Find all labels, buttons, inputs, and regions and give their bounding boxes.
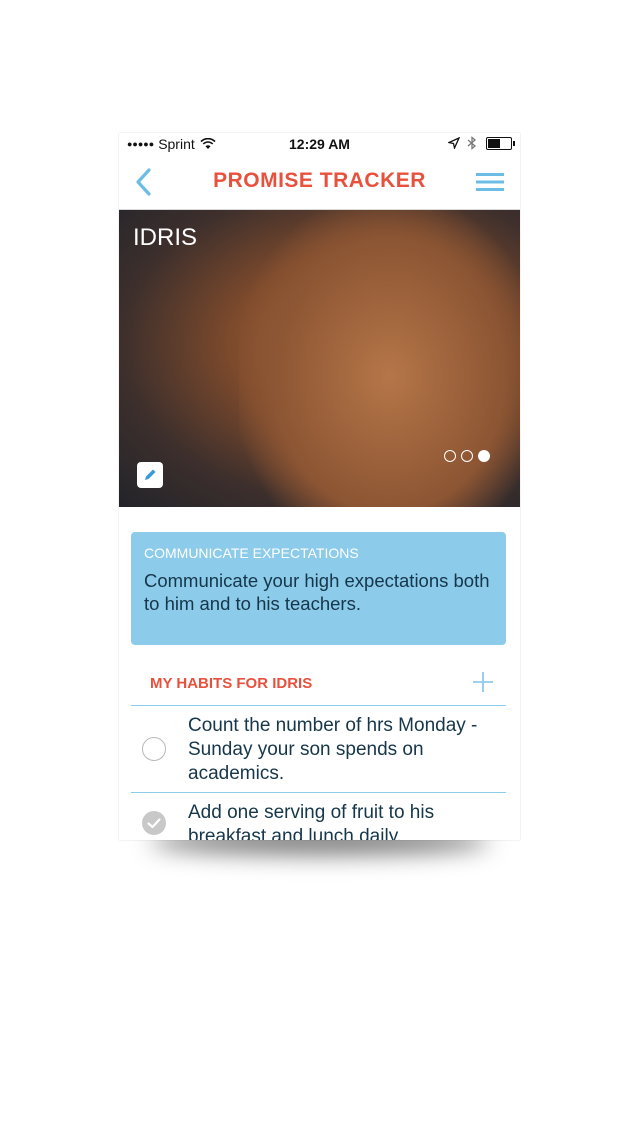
status-right [448, 136, 515, 150]
hamburger-menu-icon[interactable] [476, 171, 504, 193]
checkmark-icon [147, 818, 161, 829]
habit-checkbox-checked[interactable] [142, 811, 166, 835]
app-logo: PROMISE TRACKER [213, 169, 426, 192]
edit-photo-button[interactable] [137, 462, 163, 488]
habit-row[interactable]: Add one serving of fruit to his breakfas… [131, 793, 506, 840]
habits-header: MY HABITS FOR IDRIS [131, 663, 506, 706]
bluetooth-icon [467, 136, 477, 150]
photo-subject [239, 210, 520, 507]
habit-text: Add one serving of fruit to his breakfas… [188, 802, 435, 840]
pager-dot[interactable] [444, 450, 456, 462]
pencil-icon [145, 469, 156, 480]
pager-dot-active[interactable] [478, 450, 490, 462]
profile-photo: IDRIS [119, 210, 520, 507]
nav-bar: PROMISE TRACKER [119, 155, 520, 210]
location-arrow-icon [448, 137, 460, 149]
status-bar: ●●●●● Sprint 12:29 AM [119, 133, 520, 155]
habits-title: MY HABITS FOR IDRIS [150, 675, 313, 692]
phone-screen: ●●●●● Sprint 12:29 AM PROMISE TRACKER ID… [119, 133, 520, 840]
photo-pager[interactable] [444, 450, 490, 462]
habit-checkbox-unchecked[interactable] [142, 737, 166, 761]
battery-icon [486, 136, 515, 150]
expectation-card[interactable]: COMMUNICATE EXPECTATIONS Communicate you… [131, 532, 506, 645]
habit-row[interactable]: Count the number of hrs Monday - Sunday … [131, 706, 506, 793]
habit-text: Count the number of hrs Monday - Sunday … [188, 715, 478, 784]
pager-dot[interactable] [461, 450, 473, 462]
child-name: IDRIS [133, 224, 198, 251]
card-body: Communicate your high expectations both … [144, 570, 490, 614]
card-title: COMMUNICATE EXPECTATIONS [144, 545, 359, 561]
add-habit-plus-icon[interactable] [472, 671, 494, 693]
